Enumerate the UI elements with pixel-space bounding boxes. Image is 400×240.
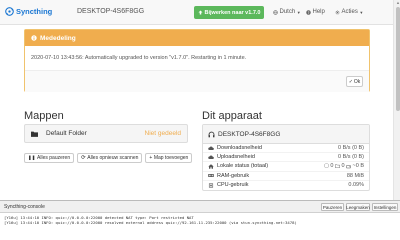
upgrade-button[interactable]: Bijwerken naar v1.7.0 — [194, 6, 264, 19]
this-device-panel: DESKTOP-4S6F8GG Downloadsnelheid 0 B/s (… — [202, 124, 370, 191]
download-rate-label: Downloadsnelheid — [217, 145, 262, 152]
info-icon — [31, 35, 37, 41]
upgrade-button-label: Bijwerken naar v1.7.0 — [204, 9, 261, 16]
home-icon — [208, 164, 214, 169]
file-icon: ▢ — [324, 163, 329, 170]
ram-usage-label: RAM-gebruik — [217, 172, 250, 179]
navbar-device-name: DESKTOP-4S6F8GG — [77, 8, 145, 15]
plus-icon: + — [149, 155, 153, 161]
ram-icon — [208, 174, 214, 178]
scroll-up-arrow-icon[interactable]: ▲ — [395, 0, 400, 6]
console-output: [Y16u] 13:44:10 INFO: quic://0.0.0.0:220… — [4, 215, 297, 225]
device-heading: Dit apparaat — [202, 110, 262, 122]
rescan-all-label: Alles opnieuw scannen — [87, 155, 139, 161]
cpu-usage-label: CPU-gebruik — [217, 182, 249, 189]
upload-rate-row: Uploadsnelheid 0 B/s (0 B) — [203, 153, 369, 163]
actions-label: Acties — [341, 9, 358, 15]
pause-icon: ❚❚ — [28, 155, 36, 160]
brand-name: Syncthing — [16, 7, 53, 16]
folders-heading: Mappen — [24, 110, 64, 122]
question-icon: ? — [306, 9, 311, 14]
cpu-usage-value: 0.09% — [348, 182, 364, 189]
upload-rate-label: Uploadsnelheid — [217, 154, 255, 161]
syncthing-logo-icon — [5, 7, 14, 16]
download-rate-value: 0 B/s (0 B) — [338, 145, 364, 152]
refresh-icon: ⟳ — [81, 155, 86, 161]
navbar: Syncthing DESKTOP-4S6F8GG Bijwerken naar… — [0, 0, 393, 25]
scrollbar-thumb[interactable] — [395, 7, 400, 111]
page-scrollbar[interactable]: ▲ — [393, 0, 400, 200]
device-name: DESKTOP-4S6F8GG — [218, 130, 281, 138]
headphones-identicon-icon — [208, 131, 215, 137]
actions-menu[interactable]: Acties ▼ — [335, 9, 363, 15]
notice-footer: ✓ Ok — [25, 70, 369, 92]
language-menu[interactable]: Dutch ▼ — [273, 9, 301, 15]
notice-panel: Mededeling 2020-07-10 13:43:56: Automati… — [24, 29, 370, 92]
local-state-label: Lokale status (totaal) — [217, 163, 269, 170]
console-title: Syncthing-console — [4, 204, 45, 210]
folder-icon — [335, 164, 340, 169]
rescan-all-button[interactable]: ⟳ Alles opnieuw scannen — [77, 153, 143, 163]
local-dirs-count: 0 — [341, 163, 345, 170]
help-link[interactable]: ? Help — [306, 9, 325, 15]
local-files-count: 0 — [330, 163, 334, 170]
folder-icon — [31, 131, 38, 137]
ok-button[interactable]: ✓ Ok — [346, 76, 363, 87]
cpu-icon — [208, 183, 214, 188]
notice-title: Mededeling — [40, 34, 76, 42]
language-label: Dutch — [279, 9, 296, 15]
local-state-row: Lokale status (totaal) ▢ 0 0 ~0 B — [203, 162, 369, 172]
chevron-down-icon: ▼ — [359, 9, 364, 15]
console-line: [Y16u] 13:44:10 INFO: quic://0.0.0.0:220… — [4, 220, 297, 225]
gear-icon — [335, 10, 340, 14]
cloud-download-icon — [208, 146, 214, 150]
brand-logo[interactable]: Syncthing — [5, 7, 52, 16]
upgrade-arrow-icon — [198, 10, 203, 15]
download-rate-row: Downloadsnelheid 0 B/s (0 B) — [203, 144, 369, 154]
add-folder-label: Map toevoegen — [153, 155, 189, 161]
ram-usage-row: RAM-gebruik 88 MiB — [203, 172, 369, 181]
svg-text:?: ? — [308, 10, 310, 14]
console-pause-button[interactable]: Pauzeren — [321, 203, 344, 211]
device-header[interactable]: DESKTOP-4S6F8GG — [203, 125, 369, 144]
console-clear-button[interactable]: Leegmaken — [346, 203, 370, 211]
hdd-icon — [346, 165, 352, 169]
add-folder-button[interactable]: + Map toevoegen — [145, 153, 193, 163]
console-settings-button[interactable]: Instellingen — [372, 203, 398, 211]
console-header: Syncthing-console Pauzeren Leegmaken Ins… — [0, 201, 400, 213]
check-icon: ✓ — [348, 78, 353, 85]
help-label: Help — [312, 9, 325, 15]
globe-icon — [273, 9, 278, 15]
pause-all-button[interactable]: ❚❚ Alles pauzeren — [24, 153, 75, 163]
cloud-upload-icon — [208, 155, 214, 159]
notice-header: Mededeling — [25, 30, 369, 46]
chevron-down-icon: ▼ — [296, 9, 301, 15]
folder-actions: ❚❚ Alles pauzeren ⟳ Alles opnieuw scanne… — [24, 153, 193, 163]
syncthing-console: Syncthing-console Pauzeren Leegmaken Ins… — [0, 200, 400, 225]
cpu-usage-row: CPU-gebruik 0.09% — [203, 181, 369, 190]
local-size: ~0 B — [352, 163, 364, 170]
pause-all-label: Alles pauzeren — [37, 155, 71, 161]
local-state-value: ▢ 0 0 ~0 B — [324, 163, 364, 169]
upload-rate-value: 0 B/s (0 B) — [338, 154, 364, 161]
ok-button-label: Ok — [353, 78, 361, 85]
folder-label: Default Folder — [46, 130, 87, 137]
folder-status: Niet gedeeld — [144, 130, 182, 137]
ram-usage-value: 88 MiB — [346, 172, 364, 179]
notice-message: 2020-07-10 13:43:56: Automatically upgra… — [31, 55, 247, 61]
folder-item[interactable]: Default Folder Niet gedeeld — [24, 124, 188, 143]
